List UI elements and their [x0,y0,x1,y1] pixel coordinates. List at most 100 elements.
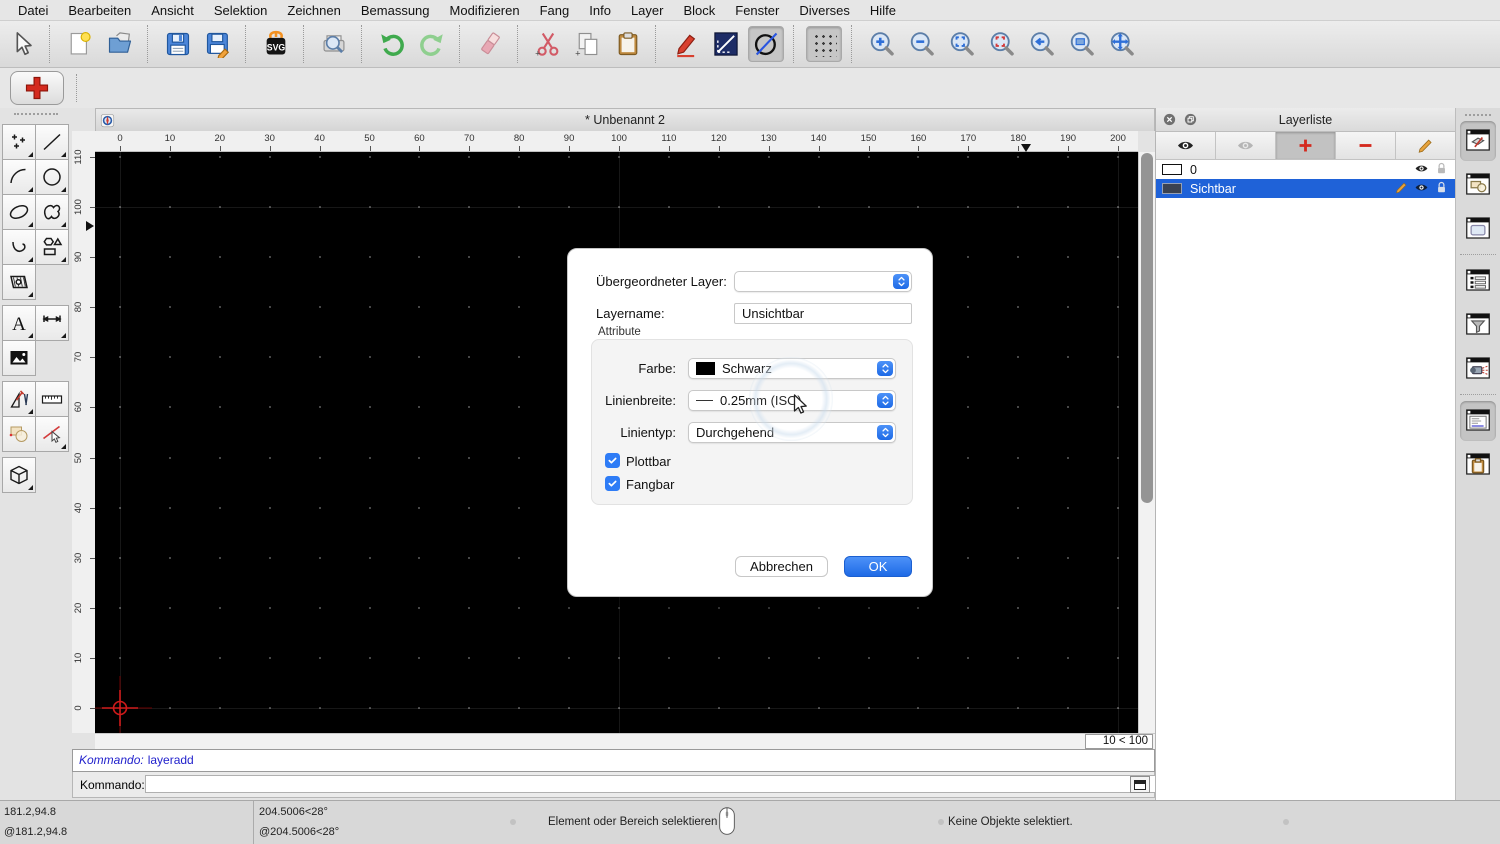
lens-panel-button[interactable] [1460,349,1496,389]
menu-bemassung[interactable]: Bemassung [351,0,440,21]
horizontal-scrollbar[interactable]: 10 < 100 [95,733,1155,749]
cut-button[interactable]: + [530,26,566,62]
drawing-scale-button[interactable] [708,26,744,62]
remove-layer-button[interactable] [1336,132,1396,159]
property-editor-panel-button[interactable] [1460,261,1496,301]
grid-button[interactable] [806,26,842,62]
command-input[interactable] [145,775,1185,793]
modify-combine-tool-button[interactable] [2,416,36,452]
layer-visibility-icon[interactable] [1414,161,1429,179]
close-panel-icon[interactable] [1162,112,1177,127]
toolbar-separator [361,25,367,63]
snappable-checkbox[interactable] [605,476,620,491]
menu-fenster[interactable]: Fenster [725,0,789,21]
layer-lock-icon[interactable] [1434,180,1449,198]
show-all-layers-button[interactable] [1156,132,1216,159]
print-preview-button[interactable] [316,26,352,62]
menu-modifizieren[interactable]: Modifizieren [440,0,530,21]
save-button[interactable] [160,26,196,62]
zoom-selection-button[interactable] [984,26,1020,62]
zoom-in-button[interactable] [864,26,900,62]
block-list-panel-button[interactable] [1460,165,1496,205]
drafting-tools-tool-button[interactable] [2,381,36,417]
clipboard-panel-button[interactable] [1460,445,1496,485]
copy-button[interactable]: + [570,26,606,62]
measure-tool-button[interactable] [35,381,69,417]
grid-dot [518,306,521,309]
image-tool-button[interactable] [2,340,36,376]
selection-filter-panel-button[interactable] [1460,305,1496,345]
float-panel-icon[interactable] [1183,112,1198,127]
layer-name-field[interactable]: Unsichtbar [734,303,912,324]
hide-all-layers-button[interactable] [1216,132,1276,159]
print-preview-icon [323,35,345,54]
arc-tool-button[interactable] [2,159,36,195]
hatch-tool-button[interactable] [2,264,36,300]
snap-tool-tool-button[interactable] [35,416,69,452]
circle-tool-button[interactable] [35,159,69,195]
open-file-button[interactable] [102,26,138,62]
menu-layer[interactable]: Layer [621,0,674,21]
undo-button[interactable] [374,26,410,62]
layer-visibility-icon[interactable] [1414,180,1429,198]
save-as-button[interactable] [200,26,236,62]
plottable-checkbox[interactable] [605,453,620,468]
vertical-scrollbar[interactable] [1138,152,1155,733]
ellipse-tool-button[interactable] [2,194,36,230]
select-arrow-button[interactable] [4,26,40,62]
edit-layer-button[interactable] [1396,132,1455,159]
redo-button[interactable] [414,26,450,62]
cad-toolbar-button[interactable] [10,71,64,105]
spline-tool-button[interactable] [35,194,69,230]
new-file-button[interactable] [62,26,98,62]
layer-row[interactable]: Sichtbar [1156,179,1455,198]
document-title-bar[interactable]: * Unbenannt 2 [95,108,1155,131]
point-tool-button[interactable] [2,124,36,160]
grid-dot [518,406,521,409]
svg-export-button[interactable]: SVG [258,26,294,62]
text-tool-button[interactable]: A [2,305,36,341]
zoom-window-button[interactable] [1064,26,1100,62]
edit-pencil-button[interactable] [668,26,704,62]
menu-zeichnen[interactable]: Zeichnen [277,0,350,21]
grid-dot [268,707,271,709]
zoom-out-button[interactable] [904,26,940,62]
layer-row[interactable]: 0 [1156,160,1455,179]
paste-button[interactable] [610,26,646,62]
menu-bearbeiten[interactable]: Bearbeiten [58,0,141,21]
shapes-tool-button[interactable] [35,229,69,265]
eraser-button[interactable] [472,26,508,62]
grid-dot [518,556,521,559]
add-layer-button[interactable] [1276,132,1336,159]
menu-info[interactable]: Info [579,0,621,21]
library-browser-panel-button[interactable] [1460,209,1496,249]
menu-diverses[interactable]: Diverses [789,0,860,21]
menu-fang[interactable]: Fang [530,0,580,21]
restriction-off-button[interactable] [748,26,784,62]
edit-layer-icon[interactable] [1394,180,1409,198]
grid-dot [218,155,221,158]
command-options-button[interactable] [1130,776,1150,793]
polyline-tool-button[interactable] [2,229,36,265]
box3d-tool-button[interactable] [2,457,36,493]
menu-selektion[interactable]: Selektion [204,0,277,21]
previous-view-button[interactable] [1024,26,1060,62]
auto-zoom-button[interactable] [944,26,980,62]
parent-layer-dropdown[interactable] [734,271,912,292]
vertical-scrollbar-thumb[interactable] [1141,153,1153,503]
pan-button[interactable] [1104,26,1140,62]
dimension-tool-button[interactable] [35,305,69,341]
layer-lock-icon[interactable] [1434,161,1449,179]
menu-block[interactable]: Block [673,0,725,21]
line-tool-button[interactable] [35,124,69,160]
command-line-panel-button[interactable] [1460,401,1496,441]
menu-hilfe[interactable]: Hilfe [860,0,906,21]
cancel-button[interactable]: Abbrechen [735,556,828,577]
menu-ansicht[interactable]: Ansicht [141,0,204,21]
menu-datei[interactable]: Datei [8,0,58,21]
grid-dot [368,506,371,509]
layer-list-panel-button[interactable] [1460,121,1496,161]
select-arrow-icon [16,32,32,56]
absolute-coordinate: 181.2,94.8 [4,806,56,818]
ok-button[interactable]: OK [844,556,912,577]
